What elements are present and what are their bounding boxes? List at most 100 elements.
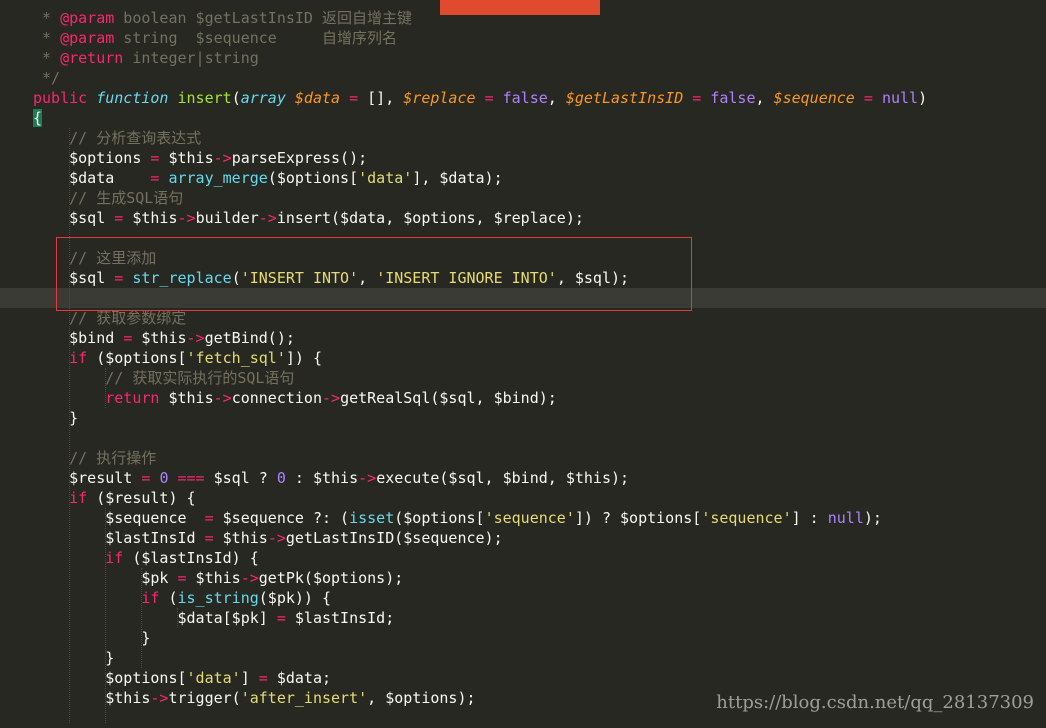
active-tab-indicator[interactable] <box>440 0 600 15</box>
code-token: $lastInsId; <box>285 609 395 627</box>
code-token: boolean $getLastInsID 返回自增主键 <box>114 9 412 27</box>
code-line[interactable]: $options = $this->parseExpress(); <box>0 148 1046 168</box>
code-token: = <box>484 89 494 107</box>
code-line[interactable]: $data = array_merge($options['data'], $d… <box>0 168 1046 188</box>
code-token: $options[ <box>33 669 187 687</box>
code-token: // 执行操作 <box>69 449 157 467</box>
code-token: { <box>33 109 43 127</box>
code-line[interactable]: // 执行操作 <box>0 448 1046 468</box>
code-line[interactable]: } <box>0 628 1046 648</box>
code-token: getPk($options); <box>258 569 404 587</box>
code-token: ] <box>240 669 259 687</box>
code-token: // 获取实际执行的SQL语句 <box>105 369 295 387</box>
code-line[interactable]: } <box>0 408 1046 428</box>
watermark: https://blog.csdn.net/qq_28137309 <box>716 692 1034 713</box>
code-token: $data <box>33 169 151 187</box>
code-line-text: * @return integer|string <box>33 48 259 68</box>
code-line[interactable]: if (is_string($pk)) { <box>0 588 1046 608</box>
code-token: @param <box>60 29 115 47</box>
code-token: $this <box>159 389 214 407</box>
code-line[interactable]: // 获取参数绑定 <box>0 308 1046 328</box>
code-line-text: $lastInsId = $this->getLastInsID($sequen… <box>33 528 503 548</box>
code-line-text: $options['data'] = $data; <box>33 668 331 688</box>
code-line[interactable]: * @return integer|string <box>0 48 1046 68</box>
code-token: parseExpress(); <box>231 149 368 167</box>
code-token: $this <box>132 329 187 347</box>
code-token: ] : <box>791 509 828 527</box>
code-line[interactable]: // 生成SQL语句 <box>0 188 1046 208</box>
code-line[interactable]: if ($options['fetch_sql']) { <box>0 348 1046 368</box>
code-line-text: if ($result) { <box>33 488 195 508</box>
indent-guide <box>177 608 178 628</box>
code-line[interactable]: // 获取实际执行的SQL语句 <box>0 368 1046 388</box>
code-token: , <box>547 89 566 107</box>
code-token: if <box>69 489 88 507</box>
code-token: * <box>33 9 61 27</box>
code-token: -> <box>213 389 232 407</box>
code-token: 'sequence' <box>701 509 792 527</box>
code-token: = <box>123 329 133 347</box>
code-line[interactable]: return $this->connection->getRealSql($sq… <box>0 388 1046 408</box>
code-token: $data; <box>267 669 332 687</box>
code-token: } <box>33 409 79 427</box>
code-line[interactable]: $data[$pk] = $lastInsId; <box>0 608 1046 628</box>
code-line[interactable]: $lastInsId = $this->getLastInsID($sequen… <box>0 528 1046 548</box>
code-line-text: } <box>33 628 150 648</box>
indent-guide <box>141 568 142 668</box>
code-token: $result <box>33 469 142 487</box>
code-token: = <box>204 509 214 527</box>
code-token: [], <box>358 89 404 107</box>
code-line-text: } <box>33 408 78 428</box>
code-token: */ <box>33 69 61 87</box>
code-token: array_merge <box>168 169 268 187</box>
code-token: array <box>240 89 286 107</box>
code-line[interactable]: */ <box>0 68 1046 88</box>
code-line-text: // 生成SQL语句 <box>33 188 183 208</box>
code-token: getLastInsID($sequence); <box>285 529 503 547</box>
code-editor[interactable]: * @param boolean $getLastInsID 返回自增主键 * … <box>0 0 1046 723</box>
code-line[interactable]: { <box>0 108 1046 128</box>
code-token: : $this <box>285 469 359 487</box>
code-token: -> <box>213 149 232 167</box>
code-token: -> <box>267 529 286 547</box>
code-line-text: // 获取参数绑定 <box>33 308 186 328</box>
code-line[interactable]: public function insert(array $data = [],… <box>0 88 1046 108</box>
code-line-text: * @param boolean $getLastInsID 返回自增主键 <box>33 8 412 28</box>
code-token: string $sequence 自增序列名 <box>114 29 397 47</box>
code-token: , $options); <box>367 689 476 707</box>
code-token: * <box>33 49 61 67</box>
code-token: } <box>33 649 115 667</box>
code-token: builder <box>195 209 259 227</box>
code-token: // 生成SQL语句 <box>69 189 184 207</box>
code-line[interactable]: if ($lastInsId) { <box>0 548 1046 568</box>
code-token: insert <box>177 89 232 107</box>
code-line[interactable]: * @param string $sequence 自增序列名 <box>0 28 1046 48</box>
code-line[interactable]: } <box>0 648 1046 668</box>
code-line[interactable]: // 分析查询表达式 <box>0 128 1046 148</box>
code-token: ], $data); <box>412 169 503 187</box>
code-token: = <box>692 89 702 107</box>
code-line[interactable]: $sql = $this->builder->insert($data, $op… <box>0 208 1046 228</box>
code-token: 'data' <box>358 169 413 187</box>
code-token: integer|string <box>123 49 259 67</box>
code-token: ($lastInsId) { <box>123 549 259 567</box>
code-line[interactable]: $pk = $this->getPk($options); <box>0 568 1046 588</box>
code-token: @param <box>60 9 115 27</box>
code-line[interactable]: $result = 0 === $sql ? 0 : $this->execut… <box>0 468 1046 488</box>
code-line[interactable]: $bind = $this->getBind(); <box>0 328 1046 348</box>
code-token: ($options[ <box>394 509 485 527</box>
code-line[interactable]: if ($result) { <box>0 488 1046 508</box>
code-line[interactable]: $sequence = $sequence ?: (isset($options… <box>0 508 1046 528</box>
code-token: 'data' <box>186 669 241 687</box>
code-token: public <box>33 89 88 107</box>
code-line[interactable] <box>0 428 1046 448</box>
code-line[interactable]: $options['data'] = $data; <box>0 668 1046 688</box>
code-token: ); <box>863 509 882 527</box>
code-line-text: return $this->connection->getRealSql($sq… <box>33 388 557 408</box>
code-line-text: * @param string $sequence 自增序列名 <box>33 28 397 48</box>
